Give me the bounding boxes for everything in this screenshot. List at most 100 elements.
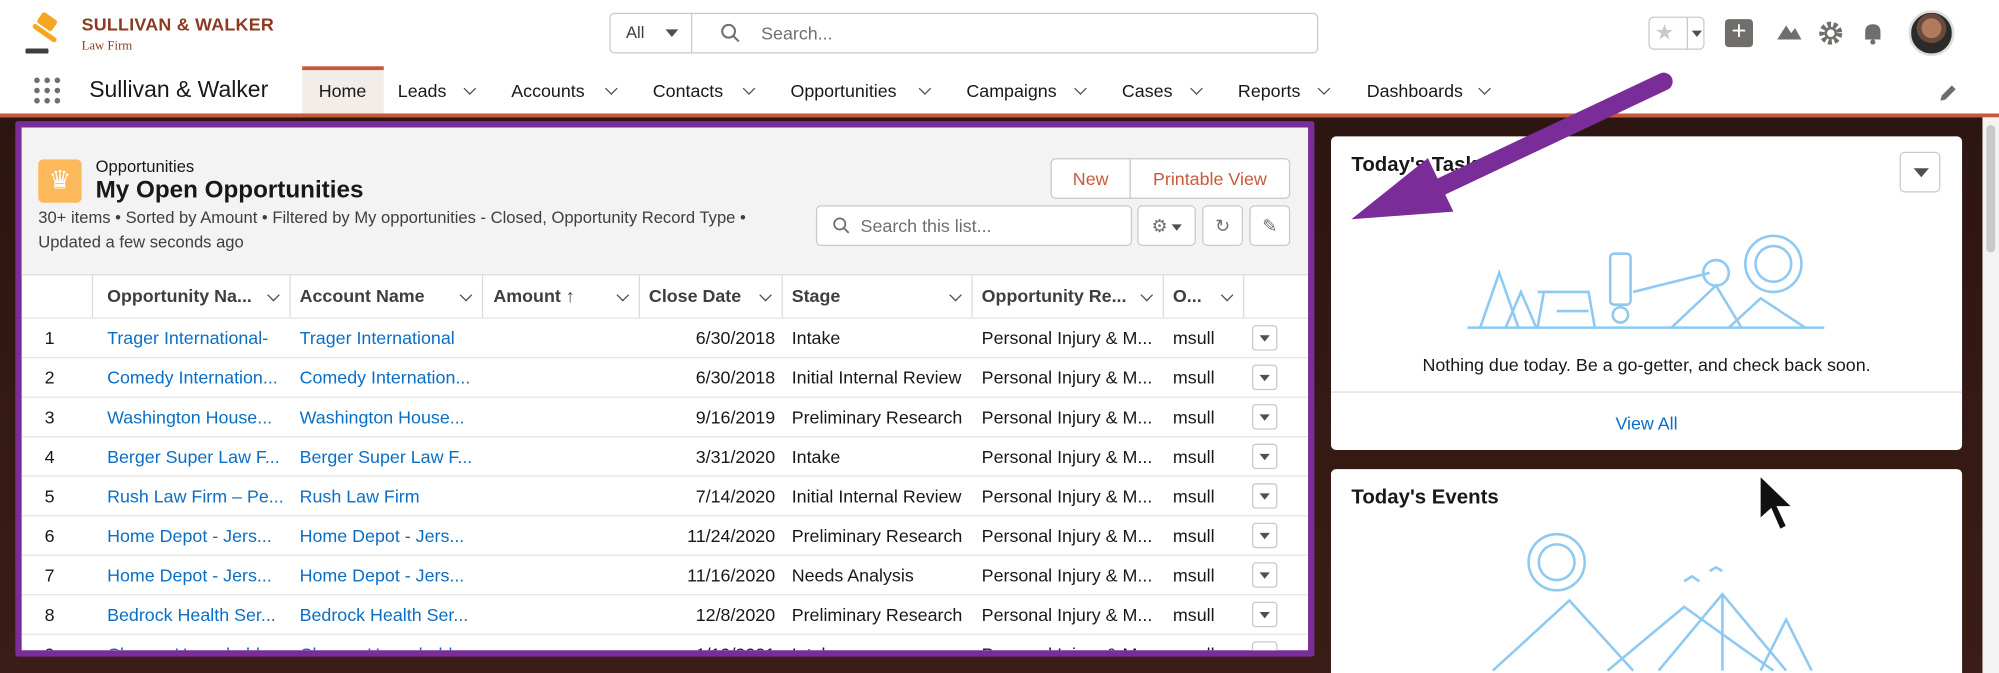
- close-date-cell: 6/30/2018: [695, 367, 776, 388]
- row-actions-button[interactable]: [1251, 522, 1278, 549]
- tab-contacts[interactable]: Contacts: [653, 66, 723, 113]
- column-header-owner[interactable]: O...: [1163, 275, 1245, 318]
- column-header-stage[interactable]: Stage: [782, 275, 973, 318]
- chevron-down-icon[interactable]: [761, 291, 771, 301]
- search-input[interactable]: Search...: [761, 14, 832, 52]
- chevron-down-icon[interactable]: [951, 291, 961, 301]
- account-name-link[interactable]: Bedrock Health Ser...: [300, 595, 476, 635]
- brand-logo[interactable]: SULLIVAN & WALKER Law Firm: [23, 8, 291, 59]
- column-header-label: Account Name: [299, 285, 425, 306]
- account-name-link[interactable]: Trager International: [300, 319, 476, 359]
- opportunity-name-link[interactable]: Berger Super Law F...: [107, 437, 283, 477]
- chevron-down-icon[interactable]: [1223, 291, 1233, 301]
- list-settings-button[interactable]: ⚙: [1137, 205, 1196, 247]
- owner-cell: msull: [1172, 367, 1215, 388]
- row-actions-button[interactable]: [1251, 562, 1278, 588]
- chevron-down-icon[interactable]: [918, 84, 933, 97]
- account-name-link[interactable]: Home Depot - Jers...: [300, 516, 476, 556]
- list-view-title[interactable]: My Open Opportunities: [96, 177, 364, 205]
- column-header-account-name[interactable]: Account Name: [289, 275, 484, 318]
- owner-cell: msull: [1172, 564, 1215, 586]
- chevron-down-icon[interactable]: [269, 291, 279, 301]
- column-header-amount[interactable]: Amount ↑: [483, 275, 640, 318]
- row-actions-button[interactable]: [1251, 641, 1278, 651]
- tab-reports[interactable]: Reports: [1238, 66, 1301, 113]
- close-date-cell: 6/30/2018: [695, 327, 776, 349]
- row-actions-button[interactable]: [1251, 404, 1278, 430]
- column-header-opportunity-name[interactable]: Opportunity Na...: [97, 275, 291, 318]
- notifications-bell-icon[interactable]: [1859, 19, 1887, 47]
- refresh-icon: ↻: [1215, 215, 1231, 236]
- opportunity-name-link[interactable]: Clapper Household: [107, 635, 283, 650]
- opportunity-name-link[interactable]: Bedrock Health Ser...: [107, 595, 283, 635]
- view-all-tasks-link[interactable]: View All: [1331, 413, 1962, 433]
- account-name-link[interactable]: Home Depot - Jers...: [300, 556, 476, 596]
- account-name-link[interactable]: Clapper Household: [300, 635, 476, 650]
- account-name-link[interactable]: Rush Law Firm: [300, 477, 476, 517]
- table-row: 4 Berger Super Law F... Berger Super Law…: [21, 436, 1309, 477]
- global-search[interactable]: All Search...: [609, 12, 1319, 54]
- chevron-down-icon[interactable]: [604, 84, 619, 97]
- row-actions-button[interactable]: [1251, 325, 1278, 351]
- opportunity-name-link[interactable]: Comedy Internation...: [107, 358, 283, 398]
- opportunity-name-link[interactable]: Rush Law Firm – Pe...: [107, 477, 283, 517]
- row-actions-button[interactable]: [1251, 443, 1278, 470]
- column-header-record-type[interactable]: Opportunity Re...: [971, 275, 1164, 318]
- record-type-cell: Personal Injury & M...: [981, 446, 1153, 467]
- chevron-down-icon[interactable]: [742, 84, 757, 97]
- edit-nav-pencil-icon[interactable]: [1938, 83, 1958, 103]
- tab-cases[interactable]: Cases: [1122, 66, 1173, 113]
- close-date-cell: 7/14/2020: [695, 485, 776, 507]
- row-actions-button[interactable]: [1251, 364, 1278, 391]
- row-number: 5: [44, 485, 55, 507]
- tasks-menu-dropdown[interactable]: [1899, 151, 1941, 193]
- search-icon: [721, 23, 740, 43]
- list-search-input[interactable]: Search this list...: [815, 205, 1133, 247]
- opportunity-crown-icon: ♛: [38, 159, 82, 203]
- mouse-cursor-icon: [1758, 471, 1797, 533]
- chevron-down-icon[interactable]: [1073, 84, 1088, 97]
- tasks-empty-message: Nothing due today. Be a go-getter, and c…: [1422, 354, 1871, 375]
- opportunity-name-link[interactable]: Trager International-: [107, 319, 283, 359]
- chevron-down-icon[interactable]: [1189, 84, 1204, 97]
- scrollbar-thumb[interactable]: [1986, 124, 1996, 253]
- printable-view-button[interactable]: Printable View: [1129, 158, 1291, 199]
- row-actions-button[interactable]: [1251, 483, 1278, 509]
- user-avatar[interactable]: [1908, 10, 1955, 57]
- column-header-label: O...: [1172, 285, 1202, 306]
- owner-cell: msull: [1172, 446, 1215, 467]
- record-type-cell: Personal Injury & M...: [981, 525, 1153, 546]
- chevron-down-icon[interactable]: [462, 291, 472, 301]
- favorites-button[interactable]: ★: [1648, 16, 1705, 50]
- opportunity-name-link[interactable]: Washington House...: [107, 398, 283, 438]
- account-name-link[interactable]: Washington House...: [300, 398, 476, 438]
- new-button[interactable]: New: [1050, 158, 1131, 199]
- account-name-link[interactable]: Comedy Internation...: [300, 358, 476, 398]
- page-scrollbar[interactable]: [1982, 117, 1999, 673]
- add-icon[interactable]: +: [1724, 18, 1753, 48]
- trailhead-icon[interactable]: [1775, 19, 1803, 47]
- record-type-cell: Personal Injury & M...: [981, 604, 1153, 625]
- search-scope-dropdown[interactable]: All: [611, 14, 693, 53]
- row-number: 4: [44, 446, 55, 467]
- chevron-down-icon[interactable]: [1142, 291, 1152, 301]
- chevron-down-icon[interactable]: [1317, 84, 1332, 97]
- tab-leads[interactable]: Leads: [398, 66, 447, 113]
- app-launcher-icon[interactable]: [33, 76, 61, 104]
- chevron-down-icon[interactable]: [463, 84, 478, 97]
- tab-home[interactable]: Home: [319, 66, 367, 113]
- opportunity-name-link[interactable]: Home Depot - Jers...: [107, 516, 283, 556]
- opportunity-name-link[interactable]: Home Depot - Jers...: [107, 556, 283, 596]
- tab-accounts[interactable]: Accounts: [511, 66, 584, 113]
- account-name-link[interactable]: Berger Super Law F...: [300, 437, 476, 477]
- gear-icon: ⚙: [1151, 215, 1168, 236]
- stage-cell: Needs Analysis: [791, 564, 914, 586]
- chevron-down-icon[interactable]: [618, 291, 628, 301]
- tab-campaigns[interactable]: Campaigns: [966, 66, 1056, 113]
- tab-opportunities[interactable]: Opportunities: [790, 66, 896, 113]
- refresh-button[interactable]: ↻: [1202, 205, 1244, 247]
- setup-gear-icon[interactable]: [1817, 19, 1845, 47]
- column-header-close-date[interactable]: Close Date: [639, 275, 783, 318]
- inline-edit-button[interactable]: ✎: [1249, 205, 1291, 247]
- row-actions-button[interactable]: [1251, 601, 1278, 628]
